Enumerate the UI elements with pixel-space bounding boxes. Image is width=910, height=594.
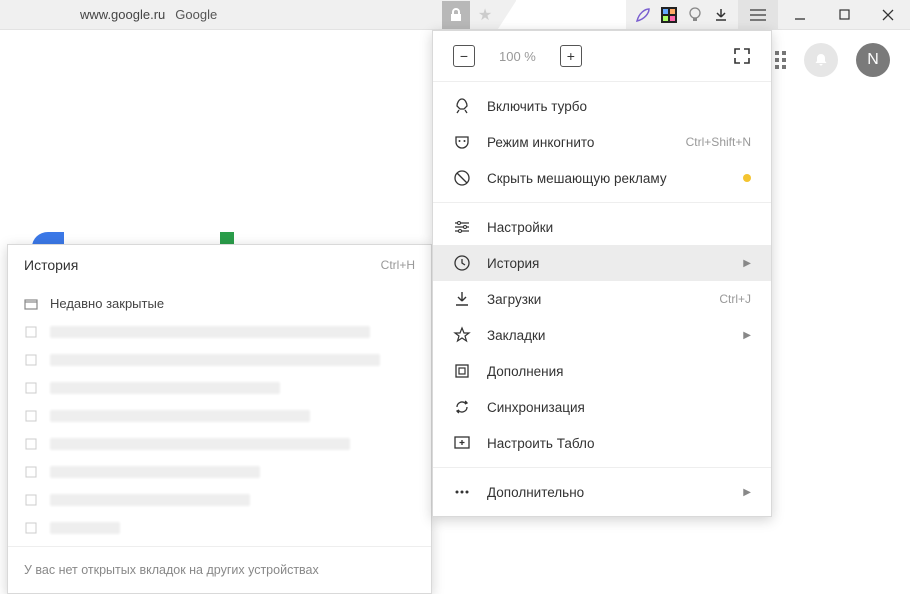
menu-item-sync[interactable]: Синхронизация	[433, 389, 771, 425]
page-icon	[24, 381, 38, 395]
zoom-controls-row: − 100 % +	[433, 31, 771, 82]
main-menu-dropdown: − 100 % + Включить турбо Режим инкогнито…	[432, 30, 772, 517]
menu-item-bookmarks[interactable]: Закладки ▶	[433, 317, 771, 353]
history-submenu: История Ctrl+H Недавно закрытые У вас не…	[7, 244, 432, 594]
bulb-extension-icon[interactable]	[686, 6, 704, 24]
history-item[interactable]	[8, 374, 431, 402]
menu-label: Закладки	[487, 328, 719, 343]
menu-item-turbo[interactable]: Включить турбо	[433, 88, 771, 124]
history-item-blurred	[50, 438, 350, 450]
tab-icon	[24, 297, 38, 311]
page-icon	[24, 325, 38, 339]
menu-label: Синхронизация	[487, 400, 751, 415]
page-icon	[24, 353, 38, 367]
tablo-icon	[453, 434, 471, 452]
page-icon	[24, 521, 38, 535]
history-item[interactable]	[8, 346, 431, 374]
page-icon	[24, 409, 38, 423]
history-item-blurred	[50, 522, 120, 534]
history-item[interactable]	[8, 514, 431, 542]
history-item-blurred	[50, 354, 380, 366]
menu-item-more[interactable]: Дополнительно ▶	[433, 474, 771, 510]
chevron-right-icon: ▶	[743, 487, 751, 498]
zoom-out-button[interactable]: −	[453, 45, 475, 67]
history-item[interactable]	[8, 430, 431, 458]
menu-item-addons[interactable]: Дополнения	[433, 353, 771, 389]
history-item-recently-closed[interactable]: Недавно закрытые	[8, 289, 431, 318]
history-list: Недавно закрытые	[8, 285, 431, 546]
main-menu-button[interactable]	[738, 0, 778, 29]
history-item[interactable]	[8, 486, 431, 514]
avatar-initial: N	[867, 51, 879, 69]
address-area[interactable]: www.google.ru Google	[80, 7, 217, 22]
page-icon	[24, 437, 38, 451]
history-item-blurred	[50, 382, 280, 394]
history-item-blurred	[50, 466, 260, 478]
chevron-right-icon: ▶	[743, 330, 751, 341]
notice-dot-icon	[743, 174, 751, 182]
chrome-right-cluster: ★	[442, 0, 910, 29]
menu-shortcut: Ctrl+Shift+N	[686, 135, 751, 149]
star-icon	[453, 326, 471, 344]
extension-icons	[626, 0, 738, 29]
page-icon	[24, 465, 38, 479]
window-minimize-button[interactable]	[778, 0, 822, 29]
window-controls	[778, 0, 910, 29]
download-icon	[453, 290, 471, 308]
history-item-blurred	[50, 410, 310, 422]
rocket-icon	[453, 97, 471, 115]
feather-extension-icon[interactable]	[634, 6, 652, 24]
menu-label: Дополнительно	[487, 485, 719, 500]
chevron-right-icon: ▶	[743, 258, 751, 269]
window-close-button[interactable]	[866, 0, 910, 29]
menu-item-settings[interactable]: Настройки	[433, 209, 771, 245]
security-lock-icon[interactable]	[442, 1, 470, 29]
bookmark-star-icon[interactable]: ★	[472, 5, 498, 25]
menu-label: Настройки	[487, 220, 751, 235]
menu-item-hide-ads[interactable]: Скрыть мешающую рекламу	[433, 160, 771, 196]
history-shortcut: Ctrl+H	[381, 258, 415, 272]
menu-item-downloads[interactable]: Загрузки Ctrl+J	[433, 281, 771, 317]
zoom-in-button[interactable]: +	[560, 45, 582, 67]
zoom-level-label: 100 %	[499, 49, 536, 64]
page-url: www.google.ru	[80, 7, 165, 22]
window-maximize-button[interactable]	[822, 0, 866, 29]
menu-item-history[interactable]: История ▶	[433, 245, 771, 281]
menu-label: История	[487, 256, 719, 271]
history-title: История	[24, 257, 78, 273]
browser-chrome-bar: www.google.ru Google ★	[0, 0, 910, 30]
history-item-blurred	[50, 326, 370, 338]
menu-label: Скрыть мешающую рекламу	[487, 171, 727, 186]
menu-item-incognito[interactable]: Режим инкогнито Ctrl+Shift+N	[433, 124, 771, 160]
history-item[interactable]	[8, 402, 431, 430]
grid-extension-icon[interactable]	[660, 6, 678, 24]
download-indicator-icon[interactable]	[712, 6, 730, 24]
mask-icon	[453, 133, 471, 151]
history-footer-message: У вас нет открытых вкладок на других уст…	[8, 546, 431, 593]
page-icon	[24, 493, 38, 507]
page-title: Google	[175, 7, 217, 22]
history-item[interactable]	[8, 458, 431, 486]
notifications-icon[interactable]	[804, 43, 838, 77]
clock-icon	[453, 254, 471, 272]
history-item-blurred	[50, 494, 250, 506]
menu-item-customize-tablo[interactable]: Настроить Табло	[433, 425, 771, 461]
sliders-icon	[453, 218, 471, 236]
menu-label: Режим инкогнито	[487, 135, 670, 150]
more-icon	[453, 483, 471, 501]
menu-label: Включить турбо	[487, 99, 751, 114]
menu-shortcut: Ctrl+J	[719, 292, 751, 306]
block-icon	[453, 169, 471, 187]
history-item[interactable]	[8, 318, 431, 346]
menu-label: Загрузки	[487, 292, 703, 307]
history-header[interactable]: История Ctrl+H	[8, 245, 431, 285]
menu-label: Дополнения	[487, 364, 751, 379]
addons-icon	[453, 362, 471, 380]
history-item-label: Недавно закрытые	[50, 296, 164, 311]
fullscreen-button[interactable]	[733, 47, 751, 65]
menu-label: Настроить Табло	[487, 436, 751, 451]
sync-icon	[453, 398, 471, 416]
account-avatar[interactable]: N	[856, 43, 890, 77]
